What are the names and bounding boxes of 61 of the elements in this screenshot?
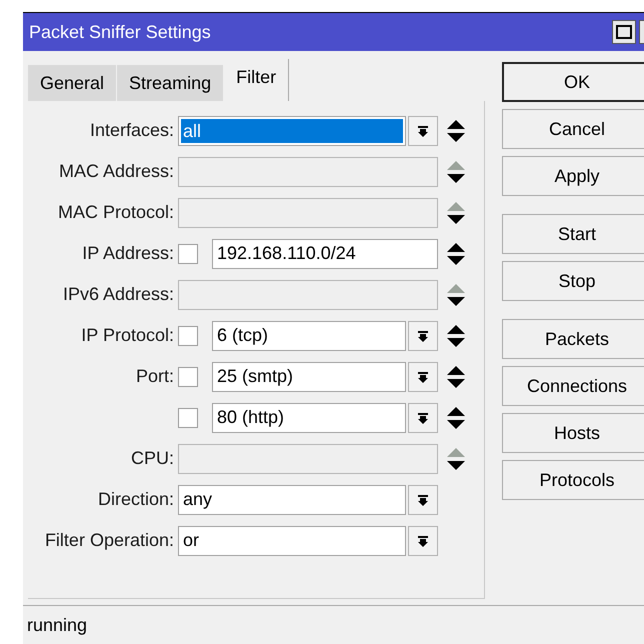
input-field[interactable]: 192.168.110.0/24 [212,238,438,268]
up-down-arrows-icon[interactable] [447,202,465,224]
dialog-button[interactable]: Apply [502,156,644,196]
maximize-icon [616,25,632,39]
dialog-button[interactable]: Packets [502,319,644,359]
field-label: IP Protocol: [81,324,174,347]
up-down-arrows-icon[interactable] [447,406,465,428]
field-label: CPU: [130,447,174,470]
dialog-button[interactable]: Start [502,214,644,254]
field-label: Interfaces: [90,119,174,142]
dropdown-button[interactable] [408,320,438,350]
dialog-button[interactable]: Stop [502,261,644,301]
dropdown-button[interactable] [408,362,438,392]
dialog-button[interactable]: Protocols [502,460,644,500]
checkbox[interactable] [178,244,198,264]
dropdown-arrow-icon [417,412,429,424]
dropdown-button[interactable] [408,116,438,146]
field-label: MAC Address: [58,160,174,183]
up-down-arrows-icon[interactable] [447,242,465,264]
input-field[interactable] [178,156,438,186]
input-field[interactable] [178,198,438,228]
field-label: Port: [136,365,174,388]
dropdown-arrow-icon [417,370,429,382]
input-field[interactable]: any [178,484,406,514]
field-label: Direction: [98,488,174,511]
field-label: IP Address: [82,242,174,265]
input-field[interactable] [178,280,438,310]
up-down-arrows-icon[interactable] [447,120,465,142]
status-text: running [27,614,88,637]
dropdown-arrow-icon [417,330,429,342]
dialog-button[interactable]: Connections [502,366,644,406]
tab[interactable]: General [28,65,118,101]
up-down-arrows-icon[interactable] [447,324,465,346]
dialog-button[interactable]: OK [502,62,644,102]
up-down-arrows-icon[interactable] [447,284,465,306]
dropdown-arrow-icon [417,124,429,136]
field-label: Filter Operation: [44,529,174,552]
field-label: MAC Protocol: [58,201,174,224]
input-field[interactable]: 25 (smtp) [212,362,406,392]
checkbox[interactable] [178,366,198,386]
maximize-button[interactable] [612,20,636,44]
dropdown-button[interactable] [408,402,438,432]
dialog-button[interactable]: Hosts [502,413,644,453]
dropdown-arrow-icon [417,534,429,546]
dropdown-button[interactable] [408,526,438,556]
tab[interactable]: Streaming [117,65,224,101]
dialog-button[interactable]: Cancel [502,109,644,149]
input-field[interactable] [178,444,438,474]
checkbox[interactable] [178,326,198,346]
field-label: IPv6 Address: [62,283,174,306]
up-down-arrows-icon[interactable] [447,366,465,388]
checkbox[interactable] [178,408,198,428]
input-field[interactable]: or [178,526,406,556]
input-field[interactable]: all [178,116,406,146]
input-field[interactable]: 6 (tcp) [212,320,406,350]
dropdown-button[interactable] [408,484,438,514]
up-down-arrows-icon[interactable] [447,448,465,470]
input-field[interactable]: 80 (http) [212,402,406,432]
up-down-arrows-icon[interactable] [447,160,465,182]
window-title: Packet Sniffer Settings [29,20,212,44]
dropdown-arrow-icon [417,494,429,506]
